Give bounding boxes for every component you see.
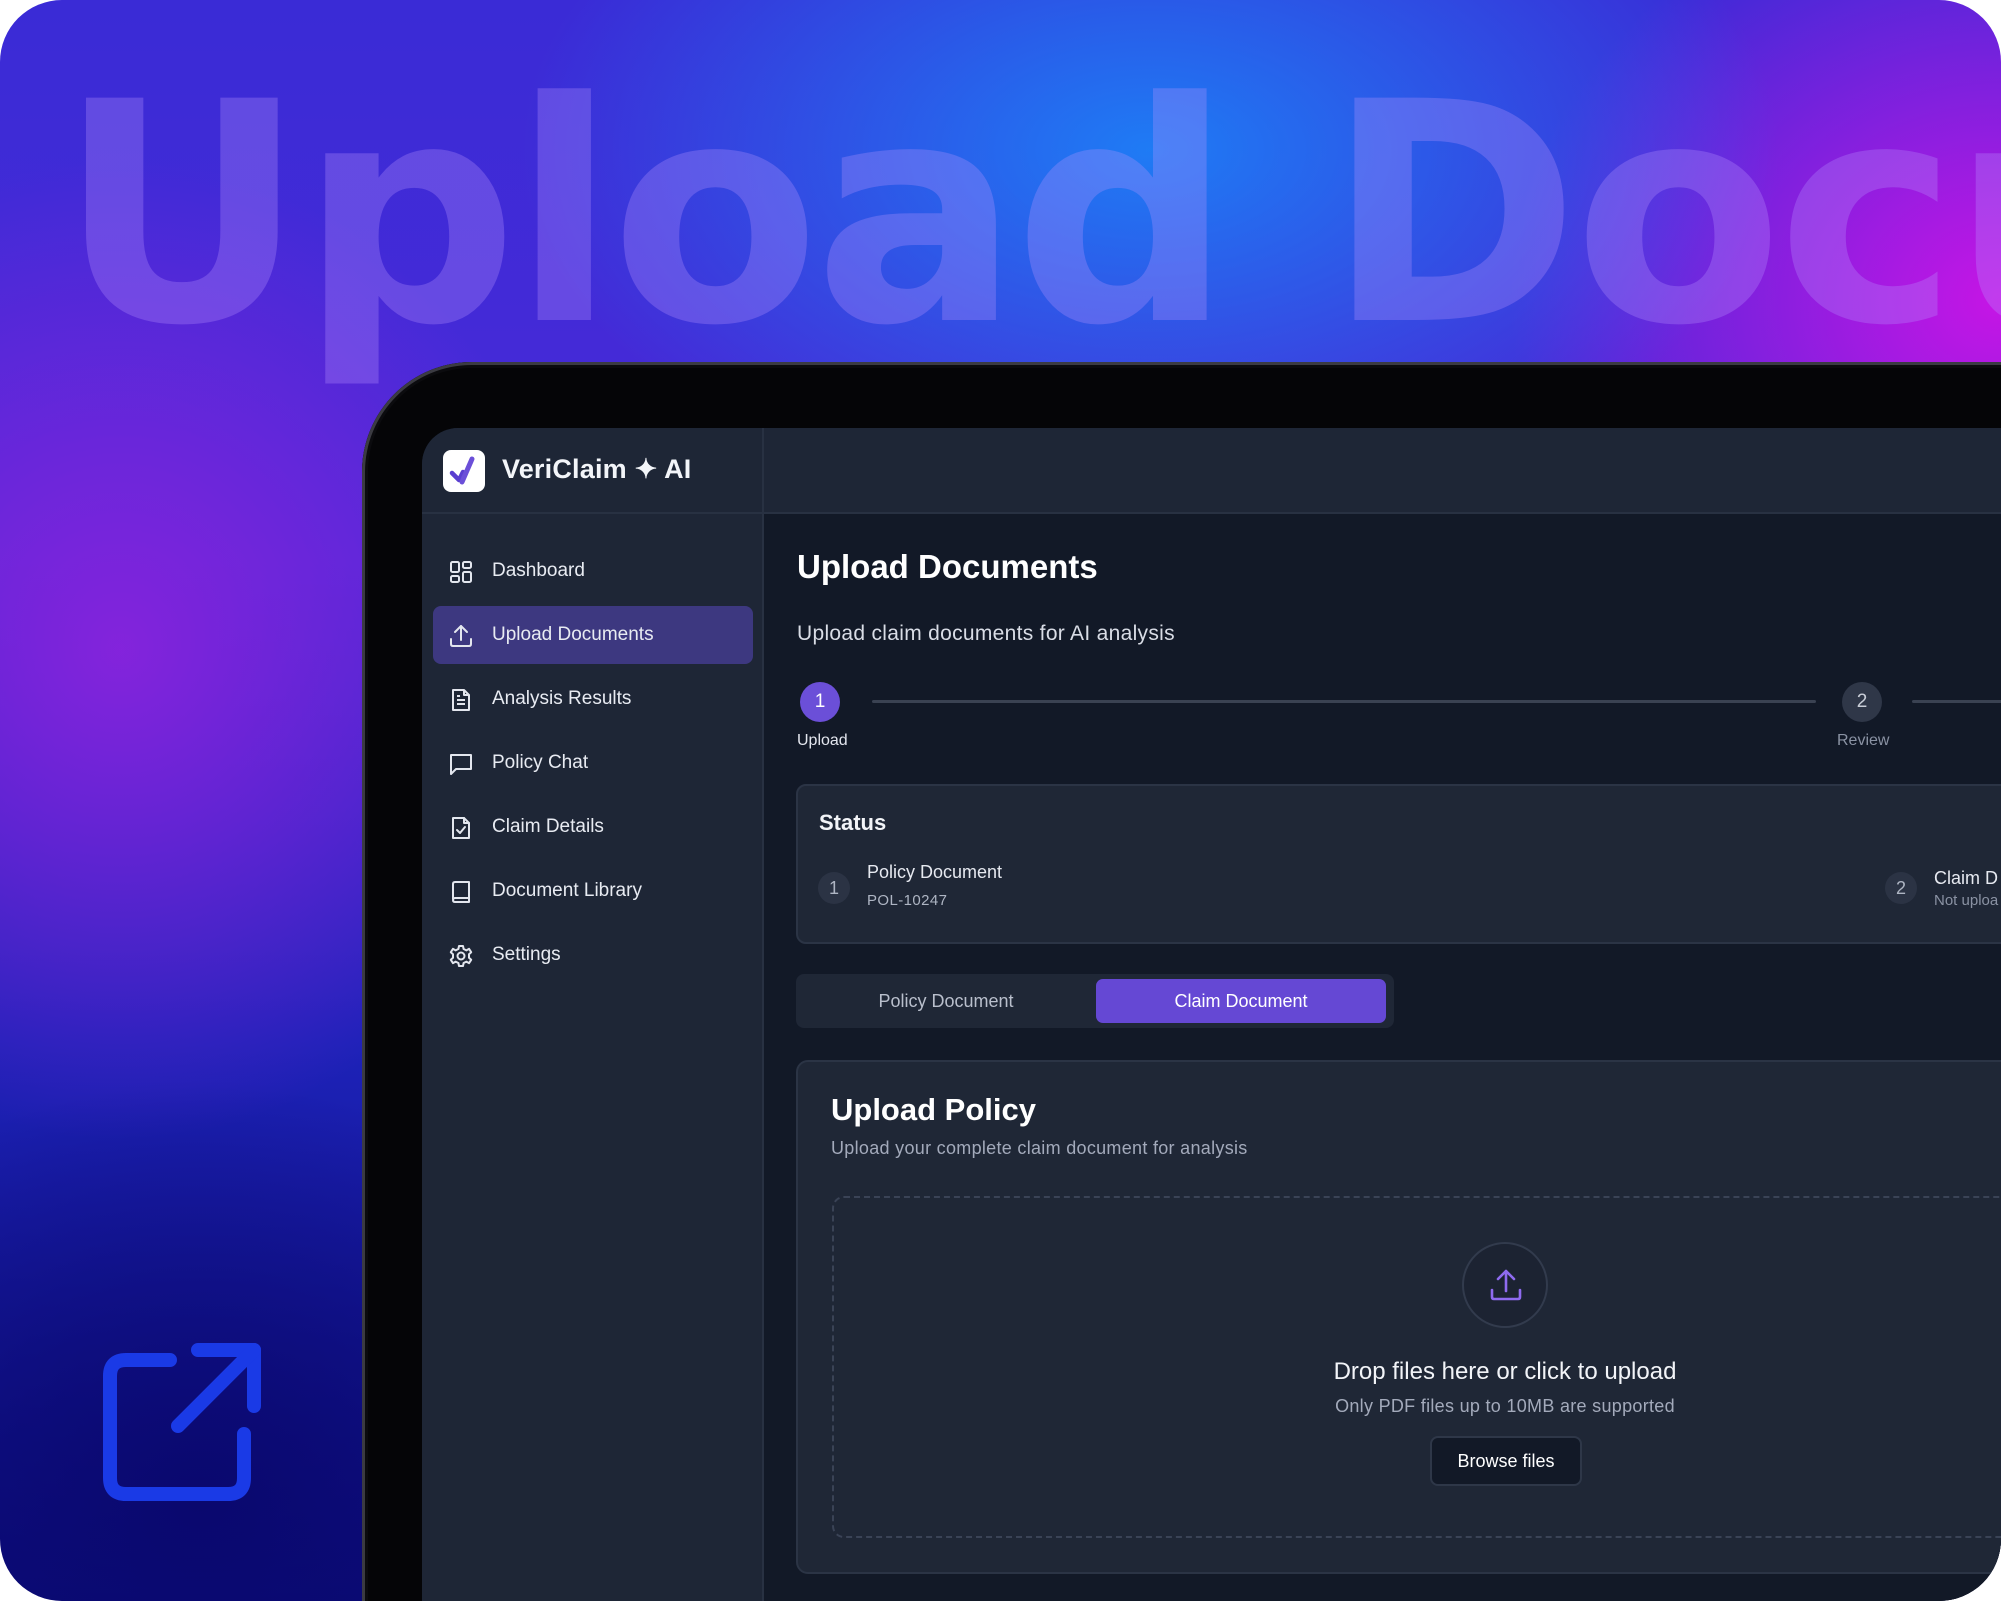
sidebar-item-policy-chat[interactable]: Policy Chat xyxy=(433,734,753,792)
sidebar-item-document-library[interactable]: Document Library xyxy=(433,862,753,920)
sidebar-item-label: Claim Details xyxy=(492,816,604,837)
vericlaim-logo[interactable] xyxy=(443,450,485,492)
sidebar-item-label: Dashboard xyxy=(492,560,585,581)
sidebar-item-dashboard[interactable]: Dashboard xyxy=(433,542,753,600)
sidebar-item-label: Policy Chat xyxy=(492,752,589,773)
dropzone-title: Drop files here or click to upload xyxy=(1333,1358,1677,1385)
file-check-icon xyxy=(452,817,470,839)
status-card: Status 1 Policy Document POL-10247 2 Cla… xyxy=(796,784,2001,944)
status-title: Status xyxy=(819,810,887,835)
stepper-connector xyxy=(872,700,1816,703)
app-window: VeriClaim ✦ AI Dashboard Upload Document… xyxy=(422,428,2001,1601)
sidebar-item-label: Document Library xyxy=(492,880,642,901)
tab-claim-document[interactable]: Claim Document xyxy=(1096,979,1386,1023)
upload-card: Upload Policy Upload your complete claim… xyxy=(796,1060,2001,1574)
document-type-tabs: Policy Document Claim Document xyxy=(796,974,1394,1028)
status-item-number: 2 xyxy=(1885,872,1917,904)
status-item-number: 1 xyxy=(818,872,850,904)
status-item-name: Claim D xyxy=(1934,868,1999,888)
sidebar-item-settings[interactable]: Settings xyxy=(433,926,753,984)
status-item-detail: POL-10247 xyxy=(867,892,948,909)
main-content: Upload Documents Upload claim documents … xyxy=(764,514,2001,1601)
tab-policy-document[interactable]: Policy Document xyxy=(801,979,1091,1023)
promo-background: Upload Docu VeriClaim ✦ AI Dashboard Upl… xyxy=(0,0,2001,1601)
gear-icon xyxy=(449,945,473,967)
sidebar: VeriClaim ✦ AI Dashboard Upload Document… xyxy=(422,428,764,1601)
step-2-indicator[interactable]: 2 xyxy=(1842,682,1882,722)
grid-icon xyxy=(450,561,472,583)
sidebar-item-upload-documents[interactable]: Upload Documents xyxy=(433,606,753,664)
dropzone-hint: Only PDF files up to 10MB are supported xyxy=(1335,1396,1675,1416)
file-text-icon xyxy=(452,689,470,711)
chat-icon xyxy=(450,754,472,775)
stepper-connector xyxy=(1912,700,2001,703)
upload-icon-badge xyxy=(1462,1242,1548,1328)
step-1-indicator[interactable]: 1 xyxy=(800,682,840,722)
browse-files-button[interactable]: Browse files xyxy=(1430,1436,1582,1486)
book-icon xyxy=(452,881,470,903)
upload-card-title: Upload Policy xyxy=(831,1092,1036,1127)
sidebar-item-analysis-results[interactable]: Analysis Results xyxy=(433,670,753,728)
upload-card-subtitle: Upload your complete claim document for … xyxy=(831,1138,1248,1158)
step-1-label: Upload xyxy=(797,732,848,749)
step-2-label: Review xyxy=(1837,732,1890,749)
sidebar-nav: Dashboard Upload Documents Analysis Resu… xyxy=(433,542,753,990)
status-item-detail: Not uploa xyxy=(1934,892,1999,909)
sidebar-item-label: Analysis Results xyxy=(492,688,632,709)
sidebar-item-claim-details[interactable]: Claim Details xyxy=(433,798,753,856)
brand-header: VeriClaim ✦ AI xyxy=(422,428,762,514)
external-link-icon xyxy=(103,1343,261,1501)
top-bar xyxy=(764,428,2001,514)
sidebar-item-label: Upload Documents xyxy=(492,624,654,645)
file-dropzone[interactable]: Drop files here or click to upload Only … xyxy=(832,1196,2001,1538)
sidebar-item-label: Settings xyxy=(492,944,561,965)
page-title: Upload Documents xyxy=(797,548,1098,585)
upload-icon xyxy=(1490,1269,1522,1301)
upload-icon xyxy=(450,625,472,647)
page-subtitle: Upload claim documents for AI analysis xyxy=(797,622,1175,645)
background-headline: Upload Docu xyxy=(58,37,2001,392)
status-item-name: Policy Document xyxy=(867,862,1003,882)
brand-name: VeriClaim ✦ AI xyxy=(502,454,692,484)
